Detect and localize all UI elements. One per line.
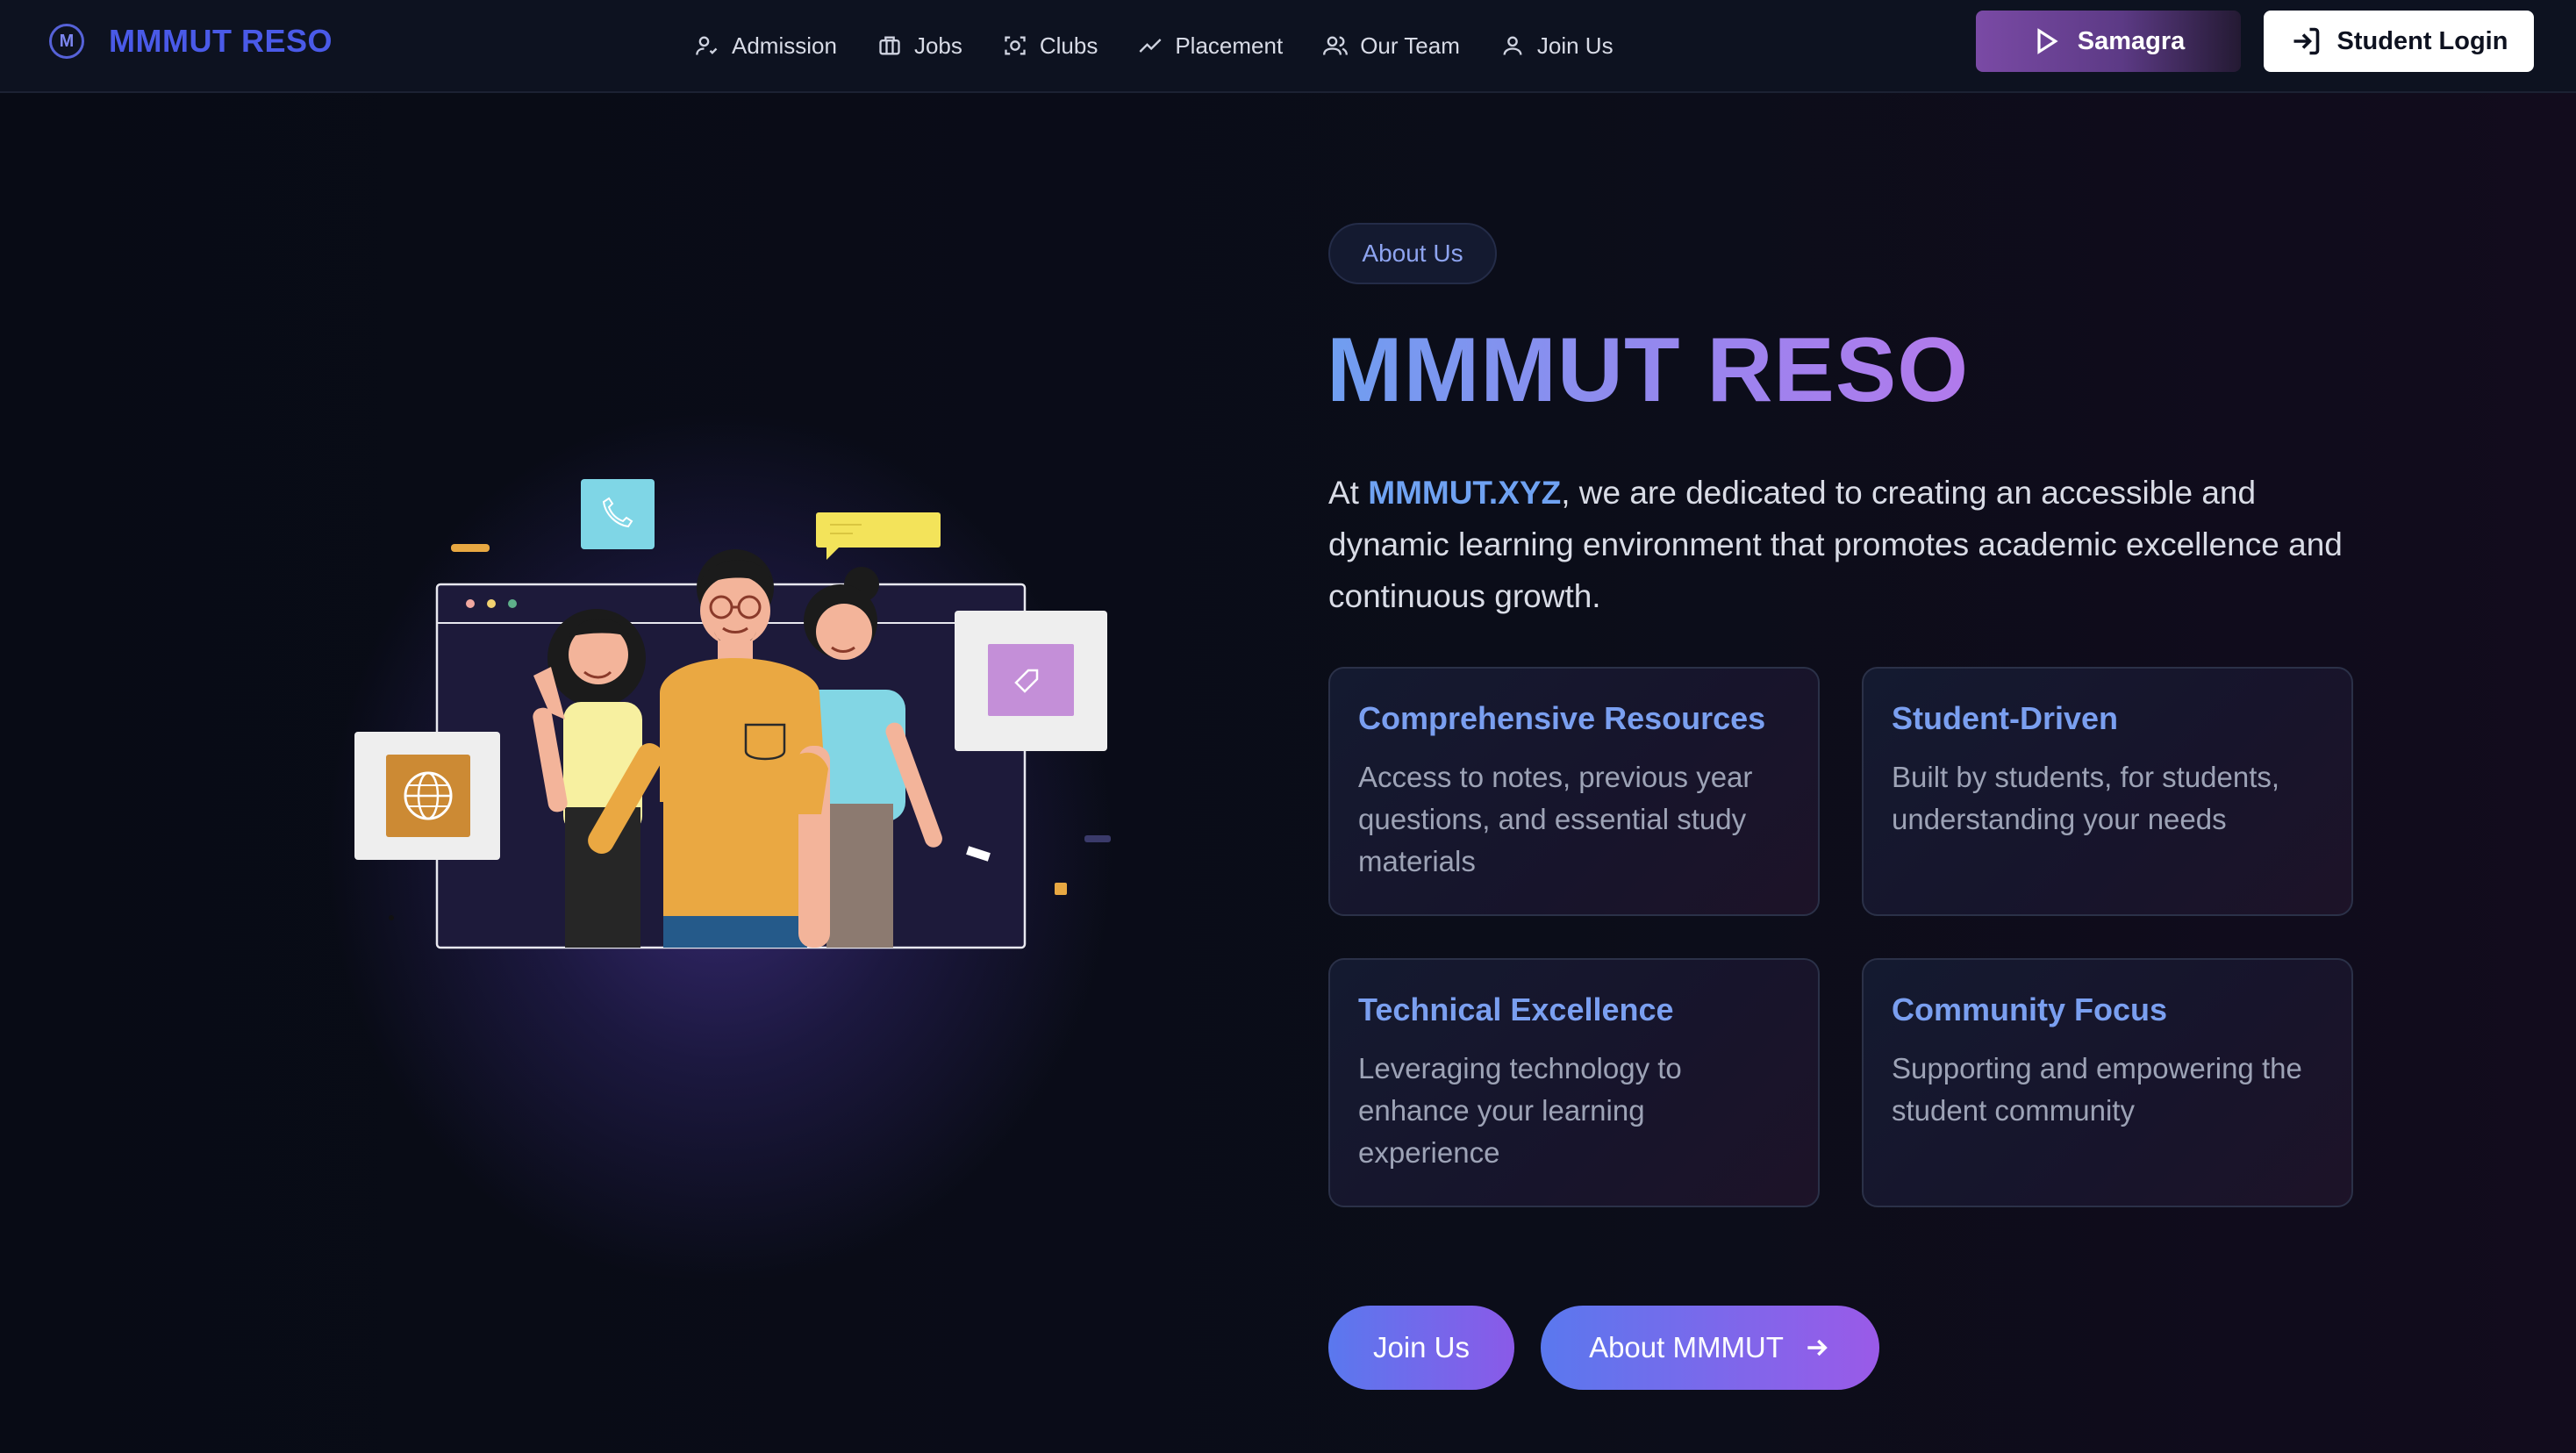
top-navbar: M MMMUT RESO Admission Jobs Clubs Placem… xyxy=(0,0,2576,93)
about-mmmut-button-label: About MMMUT xyxy=(1589,1331,1784,1364)
nav-link-label: Placement xyxy=(1175,32,1284,59)
play-icon xyxy=(2037,28,2058,54)
samagra-button[interactable]: Samagra xyxy=(1976,11,2241,72)
feature-card-title: Community Focus xyxy=(1892,991,2168,1027)
brand-logo-icon: M xyxy=(49,24,84,59)
hero-description: At MMMUT.XYZ, we are dedicated to creati… xyxy=(1328,467,2346,622)
nav-link-placement[interactable]: Placement xyxy=(1138,32,1283,60)
hero-title: MMMUT RESO xyxy=(1327,319,1970,421)
users-icon xyxy=(1323,36,1349,55)
join-us-button[interactable]: Join Us xyxy=(1328,1306,1514,1390)
log-in-icon xyxy=(2293,27,2319,55)
nav-link-our-team[interactable]: Our Team xyxy=(1323,32,1460,60)
student-login-button[interactable]: Student Login xyxy=(2264,11,2534,72)
feature-card-text: Built by students, for students, underst… xyxy=(1892,761,2280,835)
arrow-right-icon xyxy=(1807,1339,1828,1356)
nav-links: Admission Jobs Clubs Placement Our Team … xyxy=(695,0,1614,91)
student-login-label: Student Login xyxy=(2336,26,2508,55)
feature-card-text: Leveraging technology to enhance your le… xyxy=(1358,1052,1682,1169)
nav-link-label: Admission xyxy=(732,32,837,59)
briefcase-icon xyxy=(879,36,900,55)
feature-card-text: Access to notes, previous year questions… xyxy=(1358,761,1753,877)
feature-card-text: Supporting and empowering the student co… xyxy=(1892,1052,2302,1127)
brand-name: MMMUT RESO xyxy=(109,23,333,59)
feature-card-student-driven: Student-Driven Built by students, for st… xyxy=(1862,667,2353,916)
feature-card-comprehensive-resources: Comprehensive Resources Access to notes,… xyxy=(1328,667,1820,916)
team-illustration xyxy=(354,479,1111,949)
nav-link-jobs[interactable]: Jobs xyxy=(877,32,962,60)
feature-card-title: Technical Excellence xyxy=(1358,991,1674,1027)
feature-card-title: Student-Driven xyxy=(1892,700,2119,736)
desc-prefix: At xyxy=(1328,475,1369,511)
feature-card-community-focus: Community Focus Supporting and empowerin… xyxy=(1862,958,2353,1207)
nav-link-label: Jobs xyxy=(913,32,962,59)
user-icon xyxy=(1503,36,1522,55)
samagra-button-label: Samagra xyxy=(2077,26,2186,55)
about-mmmut-button[interactable]: About MMMUT xyxy=(1541,1306,1879,1390)
join-us-button-label: Join Us xyxy=(1372,1331,1470,1364)
user-check-icon xyxy=(696,36,718,55)
trending-up-icon xyxy=(1139,39,1162,53)
nav-link-label: Clubs xyxy=(1039,32,1098,59)
nav-link-join-us[interactable]: Join Us xyxy=(1500,32,1614,60)
nav-link-label: Join Us xyxy=(1536,32,1614,59)
nav-link-label: Our Team xyxy=(1360,32,1460,59)
feature-card-title: Comprehensive Resources xyxy=(1358,700,1766,736)
brand[interactable]: M MMMUT RESO xyxy=(49,23,333,60)
nav-link-admission[interactable]: Admission xyxy=(695,32,837,60)
feature-card-technical-excellence: Technical Excellence Leveraging technolo… xyxy=(1328,958,1820,1207)
site-link-highlight[interactable]: MMMUT.XYZ xyxy=(1368,475,1561,511)
about-us-badge: About Us xyxy=(1328,223,1497,284)
scan-face-icon xyxy=(1005,36,1026,55)
nav-link-clubs[interactable]: Clubs xyxy=(1003,32,1098,60)
